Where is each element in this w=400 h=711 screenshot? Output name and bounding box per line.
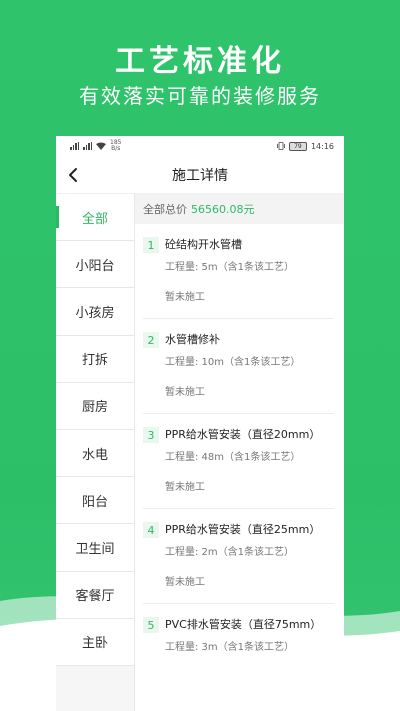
sidebar-item-label: 小阳台: [75, 258, 115, 274]
item-quantity: 工程量: 2m（含1条该工艺）: [165, 547, 295, 558]
category-sidebar: 全部 小阳台 小孩房 打拆 厨房 水电 阳台 卫生间 客餐厅 主卧: [56, 194, 135, 711]
hero-title: 工艺标准化: [115, 44, 285, 79]
item-title: 砼结构开水管槽: [165, 238, 242, 251]
sidebar-item-living-dining[interactable]: 客餐厅: [56, 571, 134, 619]
item-number: 1: [143, 237, 159, 253]
item-title: PPR给水管安装（直径20mm）: [165, 428, 321, 441]
item-title: PVC排水管安装（直径75mm）: [165, 618, 322, 631]
wifi-icon: [96, 142, 106, 150]
vibrate-icon: [277, 142, 285, 150]
clock: 14:16: [310, 141, 334, 151]
nav-bar: 施工详情: [56, 156, 344, 194]
item-number: 3: [143, 427, 159, 443]
signal-icon: [70, 142, 79, 150]
page-title: 施工详情: [172, 167, 228, 184]
list-item[interactable]: 2 水管槽修补 工程量: 10m（含1条该工艺） 暂未施工: [143, 319, 334, 414]
speed-unit: B/s: [111, 145, 121, 152]
content-area: 全部 小阳台 小孩房 打拆 厨房 水电 阳台 卫生间 客餐厅 主卧 全部总价 5…: [56, 194, 344, 711]
sidebar-item-label: 全部: [81, 211, 108, 227]
list-item[interactable]: 5 PVC排水管安装（直径75mm） 工程量: 3m（含1条该工艺）: [143, 604, 334, 699]
list-item[interactable]: 1 砼结构开水管槽 工程量: 5m（含1条该工艺） 暂未施工: [143, 224, 334, 319]
sidebar-item-label: 厨房: [81, 400, 108, 416]
item-title: PPR给水管安装（直径25mm）: [165, 523, 321, 536]
item-quantity: 工程量: 48m（含1条该工艺）: [165, 452, 301, 463]
sidebar-item-label: 水电: [81, 447, 108, 463]
back-arrow-icon[interactable]: [66, 166, 80, 184]
total-price-bar: 全部总价 56560.08元: [135, 194, 344, 224]
sidebar-item-demolition[interactable]: 打拆: [56, 335, 134, 383]
item-status: 暂未施工: [165, 292, 205, 303]
sidebar-item-all[interactable]: 全部: [56, 194, 134, 242]
item-quantity: 工程量: 10m（含1条该工艺）: [165, 357, 301, 368]
status-bar: 185 B/s 79 14:16: [56, 136, 344, 156]
item-status: 暂未施工: [165, 482, 205, 493]
sidebar-item-small-balcony[interactable]: 小阳台: [56, 241, 134, 289]
sidebar-item-bathroom[interactable]: 卫生间: [56, 524, 134, 572]
sidebar-item-plumbing-electric[interactable]: 水电: [56, 429, 134, 478]
item-quantity: 工程量: 5m（含1条该工艺）: [165, 262, 295, 273]
sidebar-item-label: 客餐厅: [75, 589, 115, 605]
list-item[interactable]: 4 PPR给水管安装（直径25mm） 工程量: 2m（含1条该工艺） 暂未施工: [143, 509, 334, 604]
item-list: 全部总价 56560.08元 1 砼结构开水管槽 工程量: 5m（含1条该工艺）…: [135, 194, 344, 711]
item-status: 暂未施工: [165, 577, 205, 588]
total-price-label: 全部总价: [143, 203, 187, 216]
item-number: 2: [143, 332, 159, 348]
sidebar-item-kitchen[interactable]: 厨房: [56, 382, 134, 430]
sidebar-item-label: 主卧: [81, 636, 108, 652]
item-title: 水管槽修补: [165, 333, 220, 346]
list-item[interactable]: 3 PPR给水管安装（直径20mm） 工程量: 48m（含1条该工艺） 暂未施工: [143, 414, 334, 509]
network-speed: 185 B/s: [110, 140, 121, 152]
sidebar-item-label: 小孩房: [75, 305, 115, 321]
item-number: 5: [143, 617, 159, 633]
phone-screen: 185 B/s 79 14:16 施工详情 全部 小阳台 小孩房 打拆 厨房 水电…: [56, 136, 344, 711]
item-number: 4: [143, 522, 159, 538]
total-price-value: 56560.08元: [191, 203, 255, 216]
sidebar-item-balcony[interactable]: 阳台: [56, 477, 134, 525]
battery-icon: 79: [288, 141, 307, 151]
sidebar-item-label: 卫生间: [75, 541, 115, 557]
sidebar-item-kids-room[interactable]: 小孩房: [56, 288, 134, 336]
sidebar-item-label: 阳台: [81, 494, 108, 510]
item-quantity: 工程量: 3m（含1条该工艺）: [165, 642, 295, 653]
item-status: 暂未施工: [165, 387, 205, 398]
signal-icon-2: [83, 142, 92, 150]
sidebar-item-label: 打拆: [81, 353, 108, 369]
hero-subtitle: 有效落实可靠的装修服务: [79, 84, 321, 108]
sidebar-item-master-bedroom[interactable]: 主卧: [56, 618, 134, 666]
